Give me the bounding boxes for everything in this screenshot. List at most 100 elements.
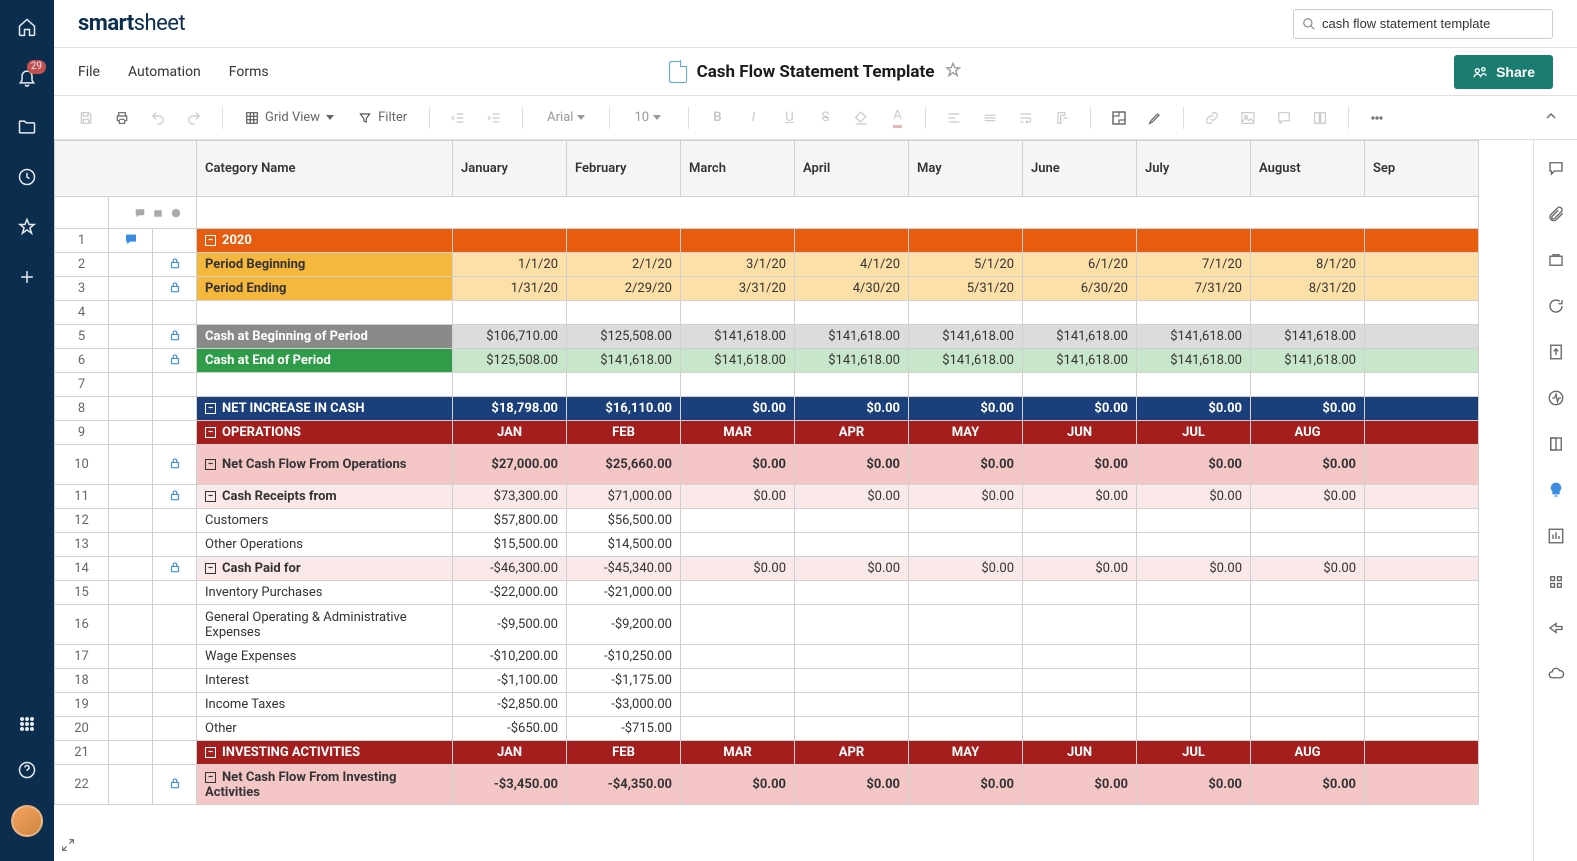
value-cell[interactable]: -$9,500.00 <box>453 605 567 645</box>
value-cell[interactable] <box>1023 669 1137 693</box>
row-icon-cell[interactable] <box>109 325 153 349</box>
value-cell[interactable]: 3/1/20 <box>681 253 795 277</box>
print-icon[interactable] <box>108 104 136 132</box>
value-cell[interactable]: FEB <box>567 421 681 445</box>
category-cell[interactable]: General Operating & Administrative Expen… <box>197 605 453 645</box>
value-cell[interactable] <box>1137 229 1251 253</box>
value-cell[interactable]: 4/30/20 <box>795 277 909 301</box>
value-cell[interactable] <box>1137 509 1251 533</box>
value-cell[interactable]: JUN <box>1023 421 1137 445</box>
value-cell[interactable] <box>681 717 795 741</box>
value-cell[interactable] <box>1251 605 1365 645</box>
value-cell[interactable]: $141,618.00 <box>1023 325 1137 349</box>
table-row[interactable]: 6Cash at End of Period$125,508.00$141,61… <box>55 349 1479 373</box>
value-cell[interactable]: $0.00 <box>681 485 795 509</box>
value-cell[interactable]: $141,618.00 <box>1023 349 1137 373</box>
row-lock-cell[interactable] <box>153 669 197 693</box>
value-cell[interactable]: $0.00 <box>1137 485 1251 509</box>
row-number[interactable]: 21 <box>55 741 109 765</box>
row-icon-cell[interactable] <box>109 693 153 717</box>
value-cell[interactable]: $0.00 <box>1251 765 1365 805</box>
value-cell[interactable] <box>567 301 681 325</box>
more-icon[interactable] <box>1363 104 1391 132</box>
value-cell[interactable]: $0.00 <box>1023 445 1137 485</box>
col-category[interactable]: Category Name <box>197 141 453 197</box>
category-cell[interactable]: −Cash Receipts from <box>197 485 453 509</box>
value-cell[interactable] <box>1365 421 1479 445</box>
value-cell[interactable]: $18,798.00 <box>453 397 567 421</box>
value-cell[interactable] <box>1023 509 1137 533</box>
value-cell[interactable] <box>1023 717 1137 741</box>
value-cell[interactable]: $141,618.00 <box>909 349 1023 373</box>
value-cell[interactable] <box>909 645 1023 669</box>
value-cell[interactable]: 1/1/20 <box>453 253 567 277</box>
value-cell[interactable] <box>1365 485 1479 509</box>
value-cell[interactable]: APR <box>795 741 909 765</box>
publish-icon[interactable] <box>1546 342 1566 362</box>
filter-button[interactable]: Filter <box>350 110 415 125</box>
value-cell[interactable]: $73,300.00 <box>453 485 567 509</box>
spreadsheet[interactable]: Category Name January February March Apr… <box>54 140 1479 805</box>
value-cell[interactable] <box>681 229 795 253</box>
row-lock-cell[interactable] <box>153 717 197 741</box>
value-cell[interactable]: MAY <box>909 741 1023 765</box>
value-cell[interactable] <box>681 605 795 645</box>
value-cell[interactable]: $0.00 <box>1023 397 1137 421</box>
value-cell[interactable] <box>909 533 1023 557</box>
category-cell[interactable]: −2020 <box>197 229 453 253</box>
row-icon-cell[interactable] <box>109 581 153 605</box>
row-lock-cell[interactable] <box>153 373 197 397</box>
value-cell[interactable]: -$3,450.00 <box>453 765 567 805</box>
value-cell[interactable] <box>1365 717 1479 741</box>
value-cell[interactable]: $141,618.00 <box>795 325 909 349</box>
category-cell[interactable]: Customers <box>197 509 453 533</box>
table-row[interactable]: 2Period Beginning1/1/202/1/203/1/204/1/2… <box>55 253 1479 277</box>
value-cell[interactable]: $141,618.00 <box>795 349 909 373</box>
category-cell[interactable] <box>197 373 453 397</box>
value-cell[interactable]: JUL <box>1137 741 1251 765</box>
value-cell[interactable] <box>1137 645 1251 669</box>
value-cell[interactable] <box>1365 277 1479 301</box>
value-cell[interactable] <box>909 229 1023 253</box>
category-cell[interactable] <box>197 301 453 325</box>
value-cell[interactable]: $0.00 <box>1137 765 1251 805</box>
row-icon-cell[interactable] <box>109 373 153 397</box>
row-number[interactable]: 14 <box>55 557 109 581</box>
category-cell[interactable]: Wage Expenses <box>197 645 453 669</box>
value-cell[interactable] <box>681 669 795 693</box>
value-cell[interactable]: JUL <box>1137 421 1251 445</box>
table-row[interactable]: 3Period Ending1/31/202/29/203/31/204/30/… <box>55 277 1479 301</box>
value-cell[interactable] <box>1137 301 1251 325</box>
row-number[interactable]: 8 <box>55 397 109 421</box>
row-lock-cell[interactable] <box>153 325 197 349</box>
row-icon-cell[interactable] <box>109 397 153 421</box>
value-cell[interactable]: $141,618.00 <box>1251 325 1365 349</box>
row-number[interactable]: 17 <box>55 645 109 669</box>
value-cell[interactable] <box>909 605 1023 645</box>
share-button[interactable]: Share <box>1454 55 1553 89</box>
category-cell[interactable]: −Net Cash Flow From Investing Activities <box>197 765 453 805</box>
value-cell[interactable] <box>1023 229 1137 253</box>
search-box[interactable] <box>1293 9 1553 39</box>
chart-icon[interactable] <box>1546 526 1566 546</box>
row-icon-cell[interactable] <box>109 349 153 373</box>
value-cell[interactable]: FEB <box>567 741 681 765</box>
value-cell[interactable] <box>795 717 909 741</box>
value-cell[interactable]: $57,800.00 <box>453 509 567 533</box>
value-cell[interactable] <box>681 693 795 717</box>
value-cell[interactable]: MAR <box>681 741 795 765</box>
row-number[interactable]: 22 <box>55 765 109 805</box>
value-cell[interactable] <box>1137 373 1251 397</box>
row-icon-cell[interactable] <box>109 645 153 669</box>
table-row[interactable]: 7 <box>55 373 1479 397</box>
category-cell[interactable]: −OPERATIONS <box>197 421 453 445</box>
update-requests-icon[interactable] <box>1546 296 1566 316</box>
col-sep[interactable]: Sep <box>1365 141 1479 197</box>
table-row[interactable]: 5Cash at Beginning of Period$106,710.00$… <box>55 325 1479 349</box>
row-number[interactable]: 4 <box>55 301 109 325</box>
row-icon-cell[interactable] <box>109 765 153 805</box>
value-cell[interactable]: $0.00 <box>795 557 909 581</box>
row-number[interactable]: 7 <box>55 373 109 397</box>
value-cell[interactable] <box>1023 693 1137 717</box>
row-number[interactable]: 12 <box>55 509 109 533</box>
